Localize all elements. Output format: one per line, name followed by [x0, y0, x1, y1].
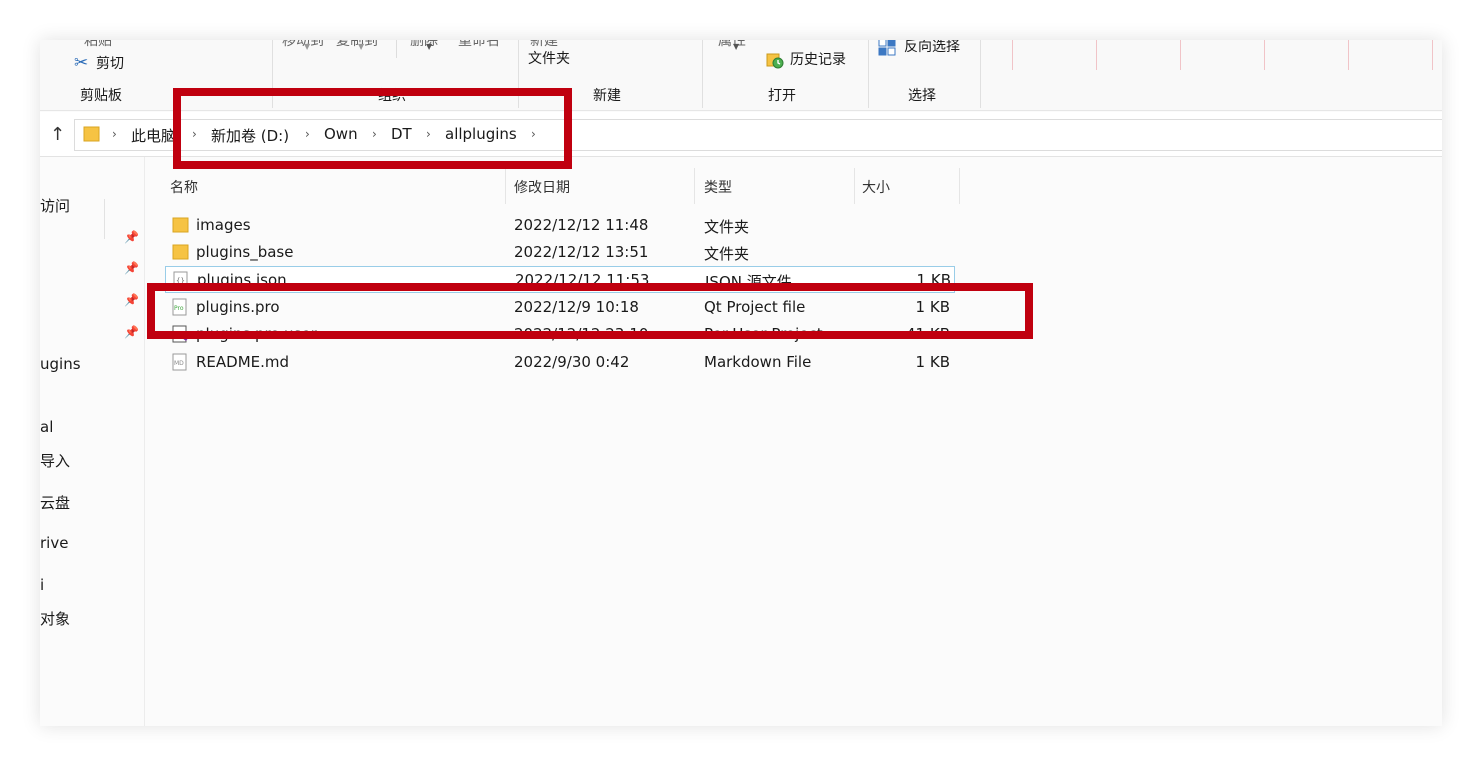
ribbon-divider-tick	[1096, 40, 1097, 70]
open-group-label: 打开	[768, 88, 796, 104]
up-arrow-icon[interactable]: ↑	[50, 124, 65, 145]
file-modified: 2022/12/12 11:48	[514, 216, 649, 234]
column-header-size[interactable]: 大小	[862, 177, 890, 197]
invert-selection-button[interactable]: 反向选择	[878, 40, 978, 58]
rename-button-partial[interactable]: 重命名	[458, 40, 500, 50]
file-modified: 2022/12/12 13:51	[514, 243, 649, 261]
file-name: images	[196, 216, 251, 234]
move-to-button-partial[interactable]: 移动到	[282, 40, 324, 50]
chevron-down-icon: ▼	[358, 42, 365, 51]
new-group-label: 新建	[593, 88, 621, 104]
nav-item-3d-objects[interactable]: 对象	[40, 608, 70, 629]
ribbon-divider-tick	[1264, 40, 1265, 70]
chevron-down-icon: ▼	[304, 42, 311, 51]
column-separator[interactable]	[959, 168, 960, 204]
column-header-modified[interactable]: 修改日期	[514, 177, 570, 197]
file-type: 文件夹	[704, 245, 750, 263]
ribbon-separator	[868, 40, 869, 108]
pin-icon[interactable]: 📌	[124, 325, 139, 339]
file-type: 文件夹	[704, 218, 750, 236]
column-separator[interactable]	[854, 168, 855, 204]
ribbon-separator	[980, 40, 981, 108]
ribbon-divider-tick	[1180, 40, 1181, 70]
ribbon-separator	[396, 40, 397, 58]
cut-button[interactable]: ✂ 剪切	[74, 52, 144, 74]
chevron-right-icon: ›	[112, 127, 117, 141]
pin-icon[interactable]: 📌	[124, 230, 139, 244]
nav-item-quick-access[interactable]: 访问	[40, 195, 70, 216]
nav-item-cloud-disk[interactable]: 云盘	[40, 492, 70, 513]
nav-item-wifi[interactable]: i	[40, 576, 44, 594]
annotation-box-plugins-pro	[147, 283, 1033, 339]
history-label: 历史记录	[790, 52, 846, 68]
nav-item-onedrive[interactable]: rive	[40, 534, 68, 552]
breadcrumb-this-pc[interactable]: 此电脑	[131, 125, 176, 146]
ribbon-divider-tick	[1012, 40, 1013, 70]
file-modified: 2022/9/30 0:42	[514, 353, 630, 371]
file-row[interactable]: plugins_base 2022/12/12 13:51 文件夹	[162, 239, 952, 266]
column-separator[interactable]	[694, 168, 695, 204]
md-file-icon: MD	[172, 353, 187, 371]
file-size: 1 KB	[915, 353, 950, 371]
copy-to-button-partial[interactable]: 复制到	[336, 40, 378, 50]
pin-icon[interactable]: 📌	[124, 261, 139, 275]
chevron-down-icon: ▼	[426, 42, 433, 51]
pin-icon[interactable]: 📌	[124, 293, 139, 307]
file-row[interactable]: MD README.md 2022/9/30 0:42 Markdown Fil…	[162, 349, 952, 376]
navigation-pane: 访问 ugins al 导入 云盘 rive i 对象 📌 📌 📌 📌	[40, 157, 145, 726]
file-name: plugins_base	[196, 243, 294, 261]
ribbon-divider-tick	[1348, 40, 1349, 70]
nav-divider	[104, 199, 105, 239]
paste-button-partial[interactable]: 粘贴	[84, 40, 112, 50]
chevron-down-icon: ▼	[733, 42, 740, 51]
history-icon	[766, 53, 784, 69]
annotation-box-address	[173, 88, 572, 169]
clipboard-group-label: 剪贴板	[80, 88, 122, 104]
select-group-label: 选择	[908, 88, 936, 104]
column-separator[interactable]	[505, 168, 506, 204]
delete-button-partial[interactable]: 删除	[410, 40, 438, 50]
nav-item-allplugins[interactable]: ugins	[40, 355, 81, 373]
folder-icon	[83, 126, 100, 142]
ribbon-separator	[702, 40, 703, 108]
file-row[interactable]: images 2022/12/12 11:48 文件夹	[162, 212, 952, 239]
history-button[interactable]: 历史记录	[766, 48, 866, 70]
svg-text:MD: MD	[174, 360, 184, 367]
file-type: Markdown File	[704, 353, 812, 371]
invert-selection-label: 反向选择	[904, 40, 960, 55]
column-header-type[interactable]: 类型	[704, 177, 732, 197]
invert-selection-icon	[878, 40, 896, 56]
properties-button-partial[interactable]: 属性	[718, 40, 746, 50]
file-name: README.md	[196, 353, 290, 371]
nav-item-local[interactable]: al	[40, 418, 53, 436]
ribbon-divider-tick	[1432, 40, 1433, 70]
column-header-name[interactable]: 名称	[170, 177, 198, 197]
cut-label: 剪切	[96, 56, 124, 72]
nav-item-import[interactable]: 导入	[40, 450, 70, 471]
folder-icon	[172, 217, 189, 233]
folder-icon	[172, 244, 189, 260]
scissors-icon: ✂	[74, 53, 89, 73]
new-folder-button[interactable]: 文件夹	[528, 48, 570, 68]
